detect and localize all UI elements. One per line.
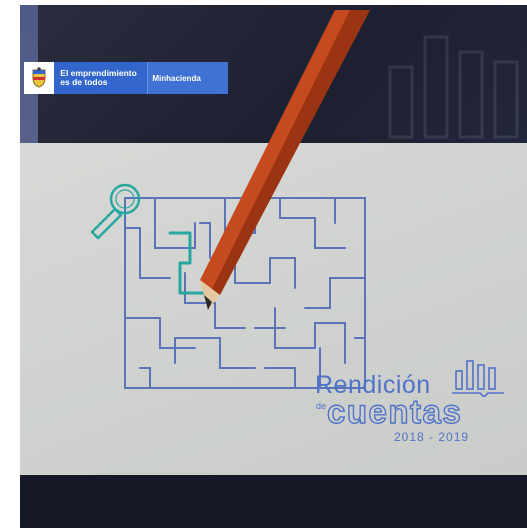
slogan-line-2: es de todos xyxy=(60,77,108,87)
de-label: de xyxy=(316,401,327,411)
years-label: 2018 - 2019 xyxy=(394,430,470,444)
campaign-graphic: El emprendimiento es de todos Minhaciend… xyxy=(20,5,527,528)
cuentas-title: cuentas xyxy=(326,392,463,430)
magnifier-icon xyxy=(90,183,141,240)
brand-slogan: El emprendimiento es de todos xyxy=(54,62,148,94)
dark-footer-background xyxy=(20,475,527,528)
bar-chart-icon xyxy=(452,360,504,397)
coat-of-arms-icon xyxy=(24,62,55,94)
pencil-icon xyxy=(200,10,370,310)
ghost-bar-chart-icon xyxy=(388,35,519,139)
